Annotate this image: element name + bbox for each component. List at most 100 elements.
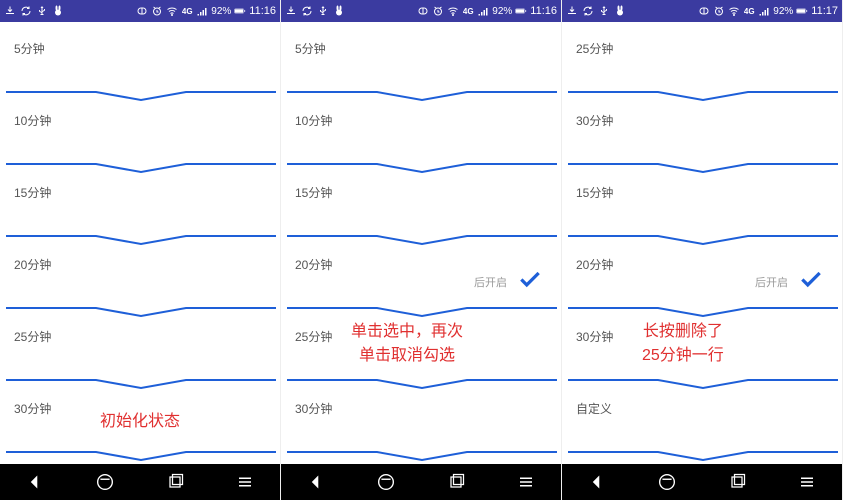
item-label: 15分钟: [295, 186, 332, 200]
signal-icon: [196, 5, 208, 17]
home-button[interactable]: [85, 468, 125, 496]
list-content: 5分钟 10分钟 15分钟 20分钟 25分钟 30分钟: [0, 22, 280, 464]
list-item[interactable]: 25分钟: [6, 318, 274, 390]
list-item[interactable]: 20分钟: [6, 246, 274, 318]
loop-icon: [136, 5, 148, 17]
recent-button[interactable]: [155, 468, 195, 496]
menu-button[interactable]: [506, 468, 546, 496]
recent-button[interactable]: [436, 468, 476, 496]
download-icon: [285, 5, 297, 17]
usb-icon: [598, 5, 610, 17]
nav-bar: [281, 464, 561, 500]
item-label: 10分钟: [295, 114, 332, 128]
refresh-icon: [20, 5, 32, 17]
item-label: 20分钟: [295, 258, 332, 272]
network-4g-icon: 4G: [743, 5, 755, 17]
recent-button[interactable]: [717, 468, 757, 496]
item-label: 10分钟: [14, 114, 51, 128]
item-label: 30分钟: [576, 330, 613, 344]
annotation-text: 初始化状态: [100, 410, 180, 434]
home-button[interactable]: [366, 468, 406, 496]
home-button[interactable]: [647, 468, 687, 496]
clock: 11:17: [811, 5, 838, 17]
check-icon: [798, 267, 824, 298]
annotation-text: 单击选中，再次单击取消勾选: [351, 320, 463, 368]
battery-icon: [234, 5, 246, 17]
nav-bar: [562, 464, 842, 500]
item-label: 15分钟: [14, 186, 51, 200]
refresh-icon: [301, 5, 313, 17]
status-bar: 4G 92% 11:16: [0, 0, 280, 22]
list-item[interactable]: 5分钟: [6, 30, 274, 102]
item-label: 自定义: [576, 402, 612, 416]
battery-icon: [515, 5, 527, 17]
refresh-icon: [582, 5, 594, 17]
item-label: 25分钟: [295, 330, 332, 344]
signal-icon: [477, 5, 489, 17]
phone-screen: 4G 92% 11:17 25分钟 30分钟 15分钟 20分钟 后开启 30分…: [562, 0, 843, 500]
item-label: 20分钟: [14, 258, 51, 272]
network-4g-icon: 4G: [462, 5, 474, 17]
list-item[interactable]: 自定义: [568, 390, 836, 462]
item-label: 30分钟: [295, 402, 332, 416]
alarm-icon: [432, 5, 444, 17]
clock: 11:16: [249, 5, 276, 17]
battery-icon: [796, 5, 808, 17]
bunny-icon: [52, 5, 64, 17]
list-item[interactable]: 20分钟 后开启: [568, 246, 836, 318]
check-icon: [517, 267, 543, 298]
status-bar: 4G 92% 11:16: [281, 0, 561, 22]
item-subtext: 后开启: [474, 274, 507, 290]
download-icon: [566, 5, 578, 17]
item-label: 30分钟: [576, 114, 613, 128]
list-content: 5分钟 10分钟 15分钟 20分钟 后开启 25分钟 30分钟: [281, 22, 561, 464]
list-item[interactable]: 15分钟: [568, 174, 836, 246]
item-label: 15分钟: [576, 186, 613, 200]
back-button[interactable]: [577, 468, 617, 496]
item-label: 20分钟: [576, 258, 613, 272]
list-item[interactable]: 30分钟: [568, 102, 836, 174]
item-label: 25分钟: [576, 42, 613, 56]
phone-screen: 4G 92% 11:16 5分钟 10分钟 15分钟 20分钟 后开启 25分钟…: [281, 0, 562, 500]
list-item[interactable]: 15分钟: [287, 174, 555, 246]
list-content: 25分钟 30分钟 15分钟 20分钟 后开启 30分钟 自定义: [562, 22, 842, 464]
network-4g-icon: 4G: [181, 5, 193, 17]
loop-icon: [417, 5, 429, 17]
list-item[interactable]: 10分钟: [287, 102, 555, 174]
battery-pct: 92%: [211, 6, 231, 17]
clock: 11:16: [530, 5, 557, 17]
wifi-icon: [166, 5, 178, 17]
usb-icon: [36, 5, 48, 17]
wifi-icon: [728, 5, 740, 17]
battery-pct: 92%: [773, 6, 793, 17]
item-label: 5分钟: [295, 42, 326, 56]
wifi-icon: [447, 5, 459, 17]
menu-button[interactable]: [225, 468, 265, 496]
list-item[interactable]: 20分钟 后开启: [287, 246, 555, 318]
download-icon: [4, 5, 16, 17]
item-label: 5分钟: [14, 42, 45, 56]
usb-icon: [317, 5, 329, 17]
list-item[interactable]: 5分钟: [287, 30, 555, 102]
bunny-icon: [614, 5, 626, 17]
signal-icon: [758, 5, 770, 17]
loop-icon: [698, 5, 710, 17]
battery-pct: 92%: [492, 6, 512, 17]
nav-bar: [0, 464, 280, 500]
back-button[interactable]: [15, 468, 55, 496]
list-item[interactable]: 30分钟: [287, 390, 555, 462]
item-label: 30分钟: [14, 402, 51, 416]
status-bar: 4G 92% 11:17: [562, 0, 842, 22]
annotation-text: 长按删除了25分钟一行: [642, 320, 724, 368]
list-item[interactable]: 15分钟: [6, 174, 274, 246]
list-item[interactable]: 10分钟: [6, 102, 274, 174]
alarm-icon: [713, 5, 725, 17]
back-button[interactable]: [296, 468, 336, 496]
list-item[interactable]: 25分钟: [568, 30, 836, 102]
item-subtext: 后开启: [755, 274, 788, 290]
phone-screen: 4G 92% 11:16 5分钟 10分钟 15分钟 20分钟 25分钟 30分…: [0, 0, 281, 500]
bunny-icon: [333, 5, 345, 17]
menu-button[interactable]: [787, 468, 827, 496]
item-label: 25分钟: [14, 330, 51, 344]
alarm-icon: [151, 5, 163, 17]
